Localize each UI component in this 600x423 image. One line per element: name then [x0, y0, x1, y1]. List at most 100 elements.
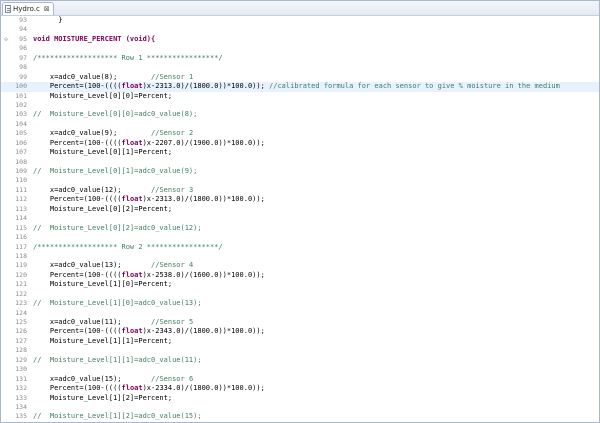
- code-keyword: float: [121, 270, 143, 279]
- code-line[interactable]: 134: [1, 403, 599, 412]
- code-line[interactable]: 121 Moisture_Level[1][0]=Percent;: [1, 280, 599, 289]
- code-line[interactable]: 130: [1, 365, 599, 374]
- code-comment: // Moisture_Level[1][2]=adc0_value(15);: [33, 412, 202, 421]
- line-number: 101: [15, 91, 27, 100]
- code-text: // Moisture_Level[0][1]=adc0_value(9);: [33, 167, 197, 176]
- code-comment: // Moisture_Level[1][1]=adc0_value(11);: [33, 355, 202, 364]
- line-number: 130: [15, 365, 27, 374]
- code-line[interactable]: 115 // Moisture_Level[0][2]=adc0_value(12…: [1, 224, 599, 233]
- line-number: 118: [15, 251, 27, 260]
- code-line[interactable]: 99 x=adc0_value(8); //Sensor 1: [1, 73, 599, 82]
- line-number: 104: [15, 119, 27, 128]
- code-text: // Moisture_Level[0][0]=adc0_value(8);: [33, 110, 197, 119]
- code-line[interactable]: 127 Moisture_Level[1][1]=Percent;: [1, 337, 599, 346]
- code-text: Moisture_Level[1][1]=Percent;: [33, 337, 172, 346]
- tab-hydro-c[interactable]: Hydro.c ⊠: [2, 2, 54, 15]
- code-comment: // Moisture_Level[1][0]=adc0_value(13);: [33, 299, 202, 308]
- code-token: )x-2538.0)/(1600.0))*100.0));: [142, 270, 265, 279]
- line-number: 123: [15, 299, 27, 308]
- code-line[interactable]: 112 Percent=(100-((((float)x-2313.0)/(18…: [1, 195, 599, 204]
- code-line[interactable]: 135 // Moisture_Level[1][2]=adc0_value(15…: [1, 412, 599, 421]
- line-number: 111: [15, 185, 27, 194]
- code-keyword: float: [121, 138, 143, 147]
- c-file-icon: [5, 5, 11, 13]
- code-text: Moisture_Level[0][1]=Percent;: [33, 148, 172, 157]
- line-number: 127: [15, 336, 27, 345]
- code-token: )x-2313.0)/(1800.0))*100.0));: [142, 82, 270, 91]
- code-line[interactable]: 129 // Moisture_Level[1][1]=adc0_value(11…: [1, 356, 599, 365]
- code-line[interactable]: 118: [1, 252, 599, 261]
- line-number: 120: [15, 270, 27, 279]
- code-line[interactable]: 108: [1, 158, 599, 167]
- code-line[interactable]: 114: [1, 214, 599, 223]
- line-number: 121: [15, 280, 27, 289]
- line-number: 135: [15, 412, 27, 421]
- code-comment: //Sensor 5: [151, 318, 194, 326]
- code-line[interactable]: 100 Percent=(100-((((float)x-2313.0)/(18…: [1, 82, 599, 92]
- line-number: 97: [19, 53, 27, 62]
- code-line[interactable]: 103 // Moisture_Level[0][0]=adc0_value(8)…: [1, 110, 599, 119]
- code-text: /******************* Row 2 *************…: [33, 243, 223, 252]
- code-line[interactable]: 94: [1, 25, 599, 34]
- line-number: 132: [15, 384, 27, 393]
- code-text: Moisture_Level[0][0]=Percent;: [33, 92, 172, 101]
- code-line[interactable]: 124: [1, 309, 599, 318]
- code-line[interactable]: 98: [1, 63, 599, 72]
- code-line[interactable]: 107 Moisture_Level[0][1]=Percent;: [1, 148, 599, 157]
- code-line[interactable]: 109 // Moisture_Level[0][1]=adc0_value(9)…: [1, 167, 599, 176]
- code-line[interactable]: 120 Percent=(100-((((float)x-2538.0)/(16…: [1, 271, 599, 280]
- tab-title: Hydro.c: [13, 5, 40, 13]
- line-number: 102: [15, 100, 27, 109]
- code-line[interactable]: ⊖ 95 void MOISTURE_PERCENT (void){: [1, 35, 599, 44]
- code-line[interactable]: 122: [1, 290, 599, 299]
- code-line[interactable]: 131 x=adc0_value(15); //Sensor 6: [1, 375, 599, 384]
- code-line[interactable]: 110: [1, 176, 599, 185]
- code-line[interactable]: 97 /******************* Row 1 ***********…: [1, 54, 599, 63]
- code-line[interactable]: 105 x=adc0_value(9); //Sensor 2: [1, 129, 599, 138]
- code-token: )x-2313.0)/(1800.0))*100.0));: [142, 195, 265, 204]
- code-text: x=adc0_value(12); //Sensor 3: [33, 186, 193, 195]
- code-line[interactable]: 96: [1, 44, 599, 53]
- code-line[interactable]: 119 x=adc0_value(13); //Sensor 4: [1, 261, 599, 270]
- line-number: 103: [15, 110, 27, 119]
- code-line[interactable]: 116: [1, 233, 599, 242]
- line-number: 119: [15, 261, 27, 270]
- code-text: void MOISTURE_PERCENT (void){: [33, 35, 155, 44]
- code-line[interactable]: 106 Percent=(100-((((float)x-2207.0)/(19…: [1, 139, 599, 148]
- line-number: 105: [15, 129, 27, 138]
- code-line[interactable]: 133 Moisture_Level[1][2]=Percent;: [1, 394, 599, 403]
- code-token: Moisture_Level[1][0]=Percent;: [33, 280, 173, 289]
- code-line[interactable]: 126 Percent=(100-((((float)x-2343.0)/(18…: [1, 327, 599, 336]
- code-line[interactable]: 113 Moisture_Level[0][2]=Percent;: [1, 205, 599, 214]
- line-number: 109: [15, 167, 27, 175]
- code-line[interactable]: 123 // Moisture_Level[1][0]=adc0_value(13…: [1, 299, 599, 308]
- line-number: 117: [15, 242, 27, 251]
- code-line[interactable]: 102: [1, 101, 599, 110]
- editor-window: Hydro.c ⊠ 93 } 94 ⊖ 95 void MOISTURE_PERCENT…: [0, 0, 600, 423]
- code-text: // Moisture_Level[1][2]=adc0_value(15);: [33, 412, 202, 421]
- code-line[interactable]: 128: [1, 346, 599, 355]
- code-keyword: void MOISTURE_PERCENT (void){: [33, 34, 156, 43]
- line-number: 125: [15, 318, 27, 326]
- code-comment: //Sensor 2: [151, 129, 194, 138]
- code-text: Moisture_Level[1][2]=Percent;: [33, 394, 172, 403]
- code-line[interactable]: 117 /******************* Row 2 **********…: [1, 243, 599, 252]
- code-line[interactable]: 132 Percent=(100-((((float)x-2334.0)/(18…: [1, 384, 599, 393]
- code-text: }: [33, 16, 62, 25]
- code-line[interactable]: 101 Moisture_Level[0][0]=Percent;: [1, 92, 599, 101]
- code-line[interactable]: 111 x=adc0_value(12); //Sensor 3: [1, 186, 599, 195]
- code-text: Percent=(100-((((float)x-2313.0)/(1800.0…: [33, 82, 560, 91]
- editor-tab-bar: Hydro.c ⊠: [1, 1, 599, 16]
- code-line[interactable]: 93 }: [1, 16, 599, 25]
- code-comment: /******************* Row 1 *************…: [33, 53, 223, 62]
- line-number: 113: [15, 204, 27, 213]
- code-token: Moisture_Level[0][0]=Percent;: [33, 91, 173, 100]
- code-editor[interactable]: 93 } 94 ⊖ 95 void MOISTURE_PERCENT (void){96…: [1, 16, 599, 422]
- code-line[interactable]: 104: [1, 120, 599, 129]
- code-comment: /******************* Row 2 *************…: [33, 242, 223, 251]
- close-icon[interactable]: ⊠: [44, 5, 50, 13]
- code-line[interactable]: 125 x=adc0_value(11); //Sensor 5: [1, 318, 599, 327]
- code-text: Percent=(100-((((float)x-2343.0)/(1800.0…: [33, 327, 265, 336]
- code-text: x=adc0_value(15); //Sensor 6: [33, 375, 193, 384]
- code-token: Percent=(100-((((: [33, 384, 122, 393]
